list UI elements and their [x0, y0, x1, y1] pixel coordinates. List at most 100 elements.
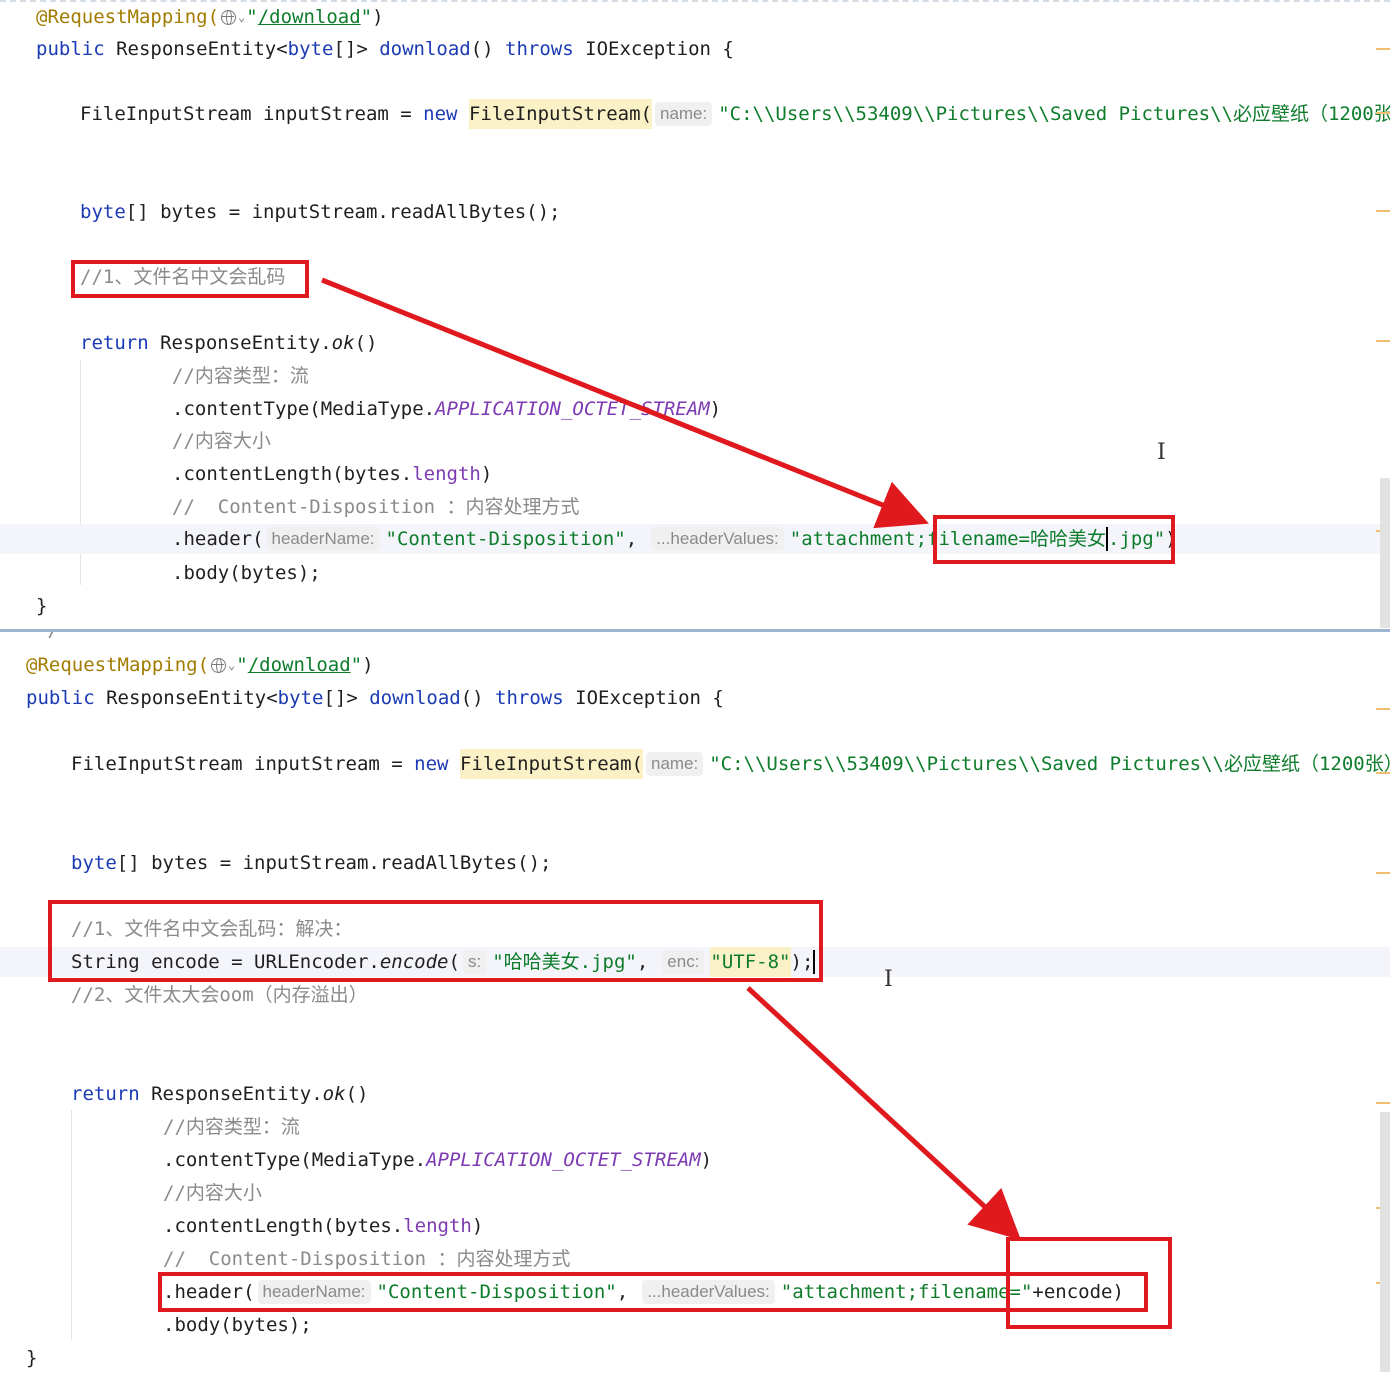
code-line-content-type[interactable]: .contentType(MediaType. APPLICATION_OCTET… — [163, 1145, 712, 1175]
comment-fix: //1、文件名中文会乱码：解决： — [71, 918, 353, 940]
header-call: .header( — [172, 528, 264, 550]
code-line-comment-size[interactable]: //内容大小 — [172, 426, 271, 456]
code-line-encode[interactable]: String encode = URLEncoder. encode(s: "哈哈美… — [0, 947, 1390, 977]
code-line-header[interactable]: .header(headerName: "Content-Disposition"… — [0, 524, 1390, 554]
text-cursor-icon — [813, 950, 816, 974]
return-expression: ResponseEntity. — [139, 1083, 323, 1105]
keyword-public: public — [26, 687, 95, 709]
filename-string: filename=哈哈美女 — [927, 528, 1106, 550]
fis-declaration: FileInputStream inputStream = — [80, 103, 424, 125]
gutter-marker — [1376, 708, 1390, 710]
keyword-byte: byte — [71, 852, 117, 874]
code-line-comment-garble[interactable]: //1、文件名中文会乱码 — [80, 262, 285, 292]
ok-method: ok — [322, 1083, 346, 1105]
code-line-comment-fix[interactable]: //1、文件名中文会乱码：解决： — [71, 914, 352, 944]
comment-size: //内容大小 — [172, 430, 271, 452]
param-hint-enc: enc: — [662, 950, 705, 974]
code-line-annotation[interactable]: @RequestMapping(⌄ "/download ") — [26, 650, 374, 680]
chevron-down-icon[interactable]: ⌄ — [228, 650, 235, 680]
code-line-comment-type[interactable]: //内容类型：流 — [172, 361, 309, 391]
code-line-fileinputstream[interactable]: FileInputStream inputStream = new FileIn… — [71, 749, 1390, 779]
code-line-comment-type[interactable]: //内容类型：流 — [163, 1112, 300, 1142]
param-hint-header-values: ...headerValues: — [651, 527, 784, 551]
content-type-close: ) — [700, 1149, 713, 1171]
body-call: .body(bytes); — [172, 562, 321, 584]
gutter-marker — [1376, 772, 1390, 774]
filename-extension: .jpg" — [1107, 528, 1166, 550]
return-type: ResponseEntity< — [104, 38, 288, 60]
encode-filename-string: "哈哈美女.jpg" — [492, 951, 637, 973]
code-line-method-signature[interactable]: public ResponseEntity< byte []> download()… — [26, 683, 724, 713]
code-line-fileinputstream[interactable]: FileInputStream inputStream = new FileIn… — [80, 99, 1390, 129]
gutter-marker — [1376, 1102, 1390, 1104]
code-line-content-length[interactable]: .contentLength(bytes. length) — [163, 1211, 483, 1241]
content-disposition-string: "Content-Disposition" — [376, 1281, 617, 1303]
bytes-declaration: [] bytes = inputStream.readAllBytes(); — [125, 201, 561, 223]
globe-icon[interactable] — [221, 9, 237, 25]
code-line-comment-size[interactable]: //内容大小 — [163, 1178, 262, 1208]
text-cursor-icon: I — [1157, 440, 1166, 465]
code-line-close-brace[interactable]: } — [26, 1343, 37, 1373]
keyword-new: new — [423, 103, 458, 125]
type-close: []> — [333, 38, 380, 60]
keyword-new: new — [414, 753, 449, 775]
code-line-header[interactable]: .header(headerName: "Content-Disposition"… — [163, 1277, 1124, 1307]
param-hint-name: name: — [645, 752, 704, 776]
code-line-comment-oom[interactable]: //2、文件太大会oom（内存溢出） — [71, 980, 368, 1010]
globe-icon[interactable] — [211, 657, 227, 673]
return-type: ResponseEntity< — [94, 687, 278, 709]
code-line-return[interactable]: return ResponseEntity. ok() — [71, 1079, 368, 1109]
mapping-path-link[interactable]: /download — [258, 2, 361, 32]
body-call: .body(bytes); — [163, 1314, 312, 1336]
mapping-path-link[interactable]: /download — [248, 650, 351, 680]
comma: , — [625, 528, 638, 550]
comment-disposition: // Content-Disposition ：内容处理方式 — [163, 1248, 571, 1270]
fis-declaration: FileInputStream inputStream = — [71, 753, 415, 775]
code-line-annotation[interactable]: @RequestMapping(⌄ "/download ") — [36, 2, 384, 32]
header-call: .header( — [163, 1281, 255, 1303]
comment-garble: //1、文件名中文会乱码 — [80, 266, 286, 288]
code-line-body[interactable]: .body(bytes); — [163, 1310, 312, 1340]
encode-declaration: String encode = URLEncoder. — [71, 951, 380, 973]
encode-close: ); — [790, 951, 814, 973]
scrollbar[interactable] — [1380, 1112, 1390, 1372]
comma: , — [636, 951, 649, 973]
comment-disposition: // Content-Disposition ：内容处理方式 — [172, 496, 580, 518]
code-line-close-brace[interactable]: } — [36, 591, 47, 621]
param-hint-header-name: headerName: — [257, 1280, 371, 1304]
text-cursor-icon: I — [884, 967, 893, 992]
indent-guide — [71, 1110, 72, 1340]
encode-method: encode — [379, 951, 449, 973]
gutter-marker — [1376, 872, 1390, 874]
code-line-fold: */ — [36, 632, 59, 640]
code-line-content-length[interactable]: .contentLength(bytes. length) — [172, 459, 492, 489]
code-line-method-signature[interactable]: public ResponseEntity< byte []> download()… — [36, 34, 734, 64]
content-disposition-string: "Content-Disposition" — [385, 528, 626, 550]
code-line-bytes[interactable]: byte[] bytes = inputStream.readAllBytes(… — [71, 848, 551, 878]
close-brace: } — [36, 595, 48, 617]
code-line-return[interactable]: return ResponseEntity. ok() — [80, 328, 377, 358]
bytes-declaration: [] bytes = inputStream.readAllBytes(); — [116, 852, 552, 874]
keyword-public: public — [36, 38, 105, 60]
code-editor-bottom[interactable]: */ @RequestMapping(⌄"/download") public … — [0, 632, 1390, 1377]
plus-encode: +encode) — [1032, 1281, 1124, 1303]
fis-constructor: FileInputStream( — [459, 749, 643, 779]
code-line-bytes[interactable]: byte[] bytes = inputStream.readAllBytes(… — [80, 197, 560, 227]
type-close: []> — [323, 687, 370, 709]
method-name: download — [369, 687, 461, 709]
code-line-content-type[interactable]: .contentType(MediaType. APPLICATION_OCTET… — [172, 394, 721, 424]
code-line-comment-disposition[interactable]: // Content-Disposition ：内容处理方式 — [172, 492, 580, 522]
code-editor-top[interactable]: @RequestMapping(⌄ "/download ") public Res… — [0, 0, 1390, 630]
fis-constructor: FileInputStream( — [468, 99, 652, 129]
length-field: length — [403, 1215, 472, 1237]
chevron-down-icon[interactable]: ⌄ — [238, 2, 245, 32]
comment-oom: //2、文件太大会oom（内存溢出） — [71, 984, 368, 1006]
code-line-body[interactable]: .body(bytes); — [172, 558, 321, 588]
gutter-marker — [1376, 340, 1390, 342]
param-hint-header-values: ...headerValues: — [642, 1280, 775, 1304]
annotation-text: @RequestMapping( — [26, 654, 210, 676]
scrollbar[interactable] — [1380, 478, 1390, 628]
code-line-comment-disposition[interactable]: // Content-Disposition ：内容处理方式 — [163, 1244, 571, 1274]
keyword-byte: byte — [287, 38, 334, 60]
keyword-throws: throws — [505, 38, 574, 60]
